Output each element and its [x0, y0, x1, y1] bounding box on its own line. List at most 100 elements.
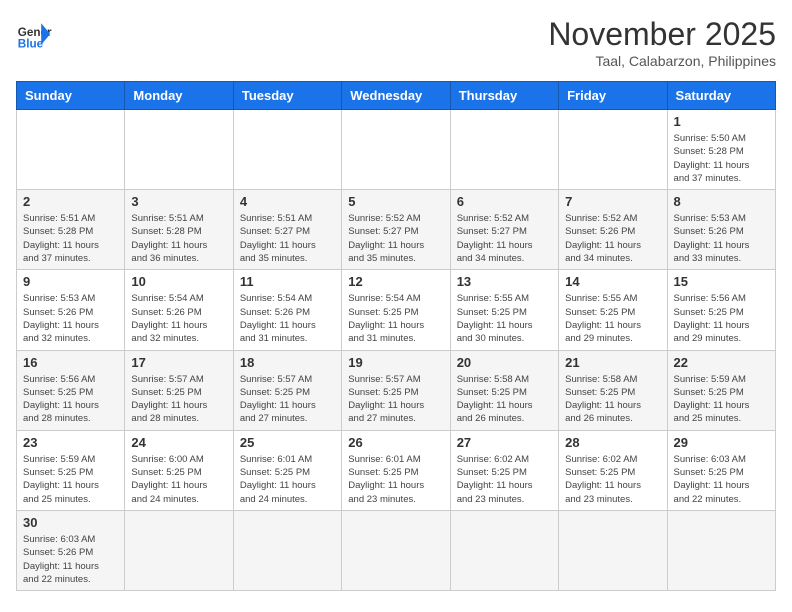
- calendar-cell: [450, 110, 558, 190]
- day-info: Sunrise: 5:59 AM Sunset: 5:25 PM Dayligh…: [23, 453, 118, 506]
- day-number: 7: [565, 194, 660, 209]
- day-number: 19: [348, 355, 443, 370]
- day-number: 25: [240, 435, 335, 450]
- calendar-cell: [233, 510, 341, 590]
- day-info: Sunrise: 5:54 AM Sunset: 5:26 PM Dayligh…: [240, 292, 335, 345]
- day-info: Sunrise: 5:52 AM Sunset: 5:27 PM Dayligh…: [348, 212, 443, 265]
- calendar-cell: 29Sunrise: 6:03 AM Sunset: 5:25 PM Dayli…: [667, 430, 775, 510]
- day-info: Sunrise: 6:01 AM Sunset: 5:25 PM Dayligh…: [240, 453, 335, 506]
- day-info: Sunrise: 5:51 AM Sunset: 5:28 PM Dayligh…: [131, 212, 226, 265]
- calendar-cell: 10 Sunrise: 5:54 AM Sunset: 5:26 PM Dayli…: [125, 270, 233, 350]
- calendar-cell: 30Sunrise: 6:03 AM Sunset: 5:26 PM Dayli…: [17, 510, 125, 590]
- day-info: Sunrise: 6:01 AM Sunset: 5:25 PM Dayligh…: [348, 453, 443, 506]
- day-info: Sunrise: 5:53 AM Sunset: 5:26 PM Dayligh…: [674, 212, 769, 265]
- day-number: 23: [23, 435, 118, 450]
- logo-icon: General Blue: [16, 16, 52, 52]
- calendar-week-row: 16 Sunrise: 5:56 AM Sunset: 5:25 PM Dayli…: [17, 350, 776, 430]
- calendar-week-row: 2Sunrise: 5:51 AM Sunset: 5:28 PM Daylig…: [17, 190, 776, 270]
- calendar-cell: 17Sunrise: 5:57 AM Sunset: 5:25 PM Dayli…: [125, 350, 233, 430]
- calendar-cell: 28Sunrise: 6:02 AM Sunset: 5:25 PM Dayli…: [559, 430, 667, 510]
- day-info: Sunrise: 5:57 AM Sunset: 5:25 PM Dayligh…: [348, 373, 443, 426]
- title-section: November 2025 Taal, Calabarzon, Philippi…: [548, 16, 776, 69]
- calendar-cell: [342, 510, 450, 590]
- calendar-table: SundayMondayTuesdayWednesdayThursdayFrid…: [16, 81, 776, 591]
- calendar-cell: 13Sunrise: 5:55 AM Sunset: 5:25 PM Dayli…: [450, 270, 558, 350]
- calendar-cell: 3 Sunrise: 5:51 AM Sunset: 5:28 PM Daylig…: [125, 190, 233, 270]
- day-of-week-header: Friday: [559, 82, 667, 110]
- calendar-cell: [125, 110, 233, 190]
- day-of-week-header: Thursday: [450, 82, 558, 110]
- calendar-cell: 24Sunrise: 6:00 AM Sunset: 5:25 PM Dayli…: [125, 430, 233, 510]
- day-number: 18: [240, 355, 335, 370]
- day-number: 29: [674, 435, 769, 450]
- calendar-cell: 18Sunrise: 5:57 AM Sunset: 5:25 PM Dayli…: [233, 350, 341, 430]
- calendar-cell: 4 Sunrise: 5:51 AM Sunset: 5:27 PM Daylig…: [233, 190, 341, 270]
- calendar-week-row: 9 Sunrise: 5:53 AM Sunset: 5:26 PM Daylig…: [17, 270, 776, 350]
- day-info: Sunrise: 5:53 AM Sunset: 5:26 PM Dayligh…: [23, 292, 118, 345]
- day-of-week-header: Saturday: [667, 82, 775, 110]
- day-info: Sunrise: 6:03 AM Sunset: 5:26 PM Dayligh…: [23, 533, 118, 586]
- day-info: Sunrise: 5:51 AM Sunset: 5:28 PM Dayligh…: [23, 212, 118, 265]
- day-info: Sunrise: 5:56 AM Sunset: 5:25 PM Dayligh…: [674, 292, 769, 345]
- day-number: 17: [131, 355, 226, 370]
- day-number: 4: [240, 194, 335, 209]
- day-number: 16: [23, 355, 118, 370]
- day-number: 3: [131, 194, 226, 209]
- calendar-cell: 6Sunrise: 5:52 AM Sunset: 5:27 PM Daylig…: [450, 190, 558, 270]
- calendar-cell: 19 Sunrise: 5:57 AM Sunset: 5:25 PM Dayli…: [342, 350, 450, 430]
- day-number: 9: [23, 274, 118, 289]
- month-title: November 2025: [548, 16, 776, 53]
- calendar-header-row: SundayMondayTuesdayWednesdayThursdayFrid…: [17, 82, 776, 110]
- calendar-week-row: 30Sunrise: 6:03 AM Sunset: 5:26 PM Dayli…: [17, 510, 776, 590]
- day-number: 8: [674, 194, 769, 209]
- day-info: Sunrise: 5:56 AM Sunset: 5:25 PM Dayligh…: [23, 373, 118, 426]
- calendar-cell: 11Sunrise: 5:54 AM Sunset: 5:26 PM Dayli…: [233, 270, 341, 350]
- calendar-cell: [559, 110, 667, 190]
- calendar-cell: 21Sunrise: 5:58 AM Sunset: 5:25 PM Dayli…: [559, 350, 667, 430]
- day-of-week-header: Sunday: [17, 82, 125, 110]
- day-number: 12: [348, 274, 443, 289]
- day-number: 21: [565, 355, 660, 370]
- calendar-cell: [125, 510, 233, 590]
- day-info: Sunrise: 5:58 AM Sunset: 5:25 PM Dayligh…: [457, 373, 552, 426]
- day-info: Sunrise: 5:50 AM Sunset: 5:28 PM Dayligh…: [674, 132, 769, 185]
- day-of-week-header: Wednesday: [342, 82, 450, 110]
- day-number: 26: [348, 435, 443, 450]
- day-of-week-header: Monday: [125, 82, 233, 110]
- location: Taal, Calabarzon, Philippines: [548, 53, 776, 69]
- svg-text:Blue: Blue: [18, 38, 44, 51]
- day-number: 20: [457, 355, 552, 370]
- day-number: 15: [674, 274, 769, 289]
- day-number: 10: [131, 274, 226, 289]
- calendar-cell: 26 Sunrise: 6:01 AM Sunset: 5:25 PM Dayli…: [342, 430, 450, 510]
- calendar-cell: 20 Sunrise: 5:58 AM Sunset: 5:25 PM Dayli…: [450, 350, 558, 430]
- day-info: Sunrise: 5:52 AM Sunset: 5:26 PM Dayligh…: [565, 212, 660, 265]
- day-number: 27: [457, 435, 552, 450]
- calendar-week-row: 23 Sunrise: 5:59 AM Sunset: 5:25 PM Dayli…: [17, 430, 776, 510]
- calendar-cell: 27 Sunrise: 6:02 AM Sunset: 5:25 PM Dayli…: [450, 430, 558, 510]
- calendar-cell: 7 Sunrise: 5:52 AM Sunset: 5:26 PM Daylig…: [559, 190, 667, 270]
- calendar-cell: 8 Sunrise: 5:53 AM Sunset: 5:26 PM Daylig…: [667, 190, 775, 270]
- page-header: General Blue November 2025 Taal, Calabar…: [16, 16, 776, 69]
- day-info: Sunrise: 5:51 AM Sunset: 5:27 PM Dayligh…: [240, 212, 335, 265]
- calendar-cell: 1 Sunrise: 5:50 AM Sunset: 5:28 PM Daylig…: [667, 110, 775, 190]
- day-number: 6: [457, 194, 552, 209]
- calendar-cell: 23 Sunrise: 5:59 AM Sunset: 5:25 PM Dayli…: [17, 430, 125, 510]
- calendar-cell: [667, 510, 775, 590]
- calendar-cell: [450, 510, 558, 590]
- calendar-cell: 14Sunrise: 5:55 AM Sunset: 5:25 PM Dayli…: [559, 270, 667, 350]
- day-info: Sunrise: 5:54 AM Sunset: 5:26 PM Dayligh…: [131, 292, 226, 345]
- day-number: 1: [674, 114, 769, 129]
- day-number: 22: [674, 355, 769, 370]
- day-info: Sunrise: 6:02 AM Sunset: 5:25 PM Dayligh…: [457, 453, 552, 506]
- calendar-cell: 15 Sunrise: 5:56 AM Sunset: 5:25 PM Dayli…: [667, 270, 775, 350]
- day-info: Sunrise: 5:54 AM Sunset: 5:25 PM Dayligh…: [348, 292, 443, 345]
- calendar-cell: [342, 110, 450, 190]
- day-number: 28: [565, 435, 660, 450]
- day-info: Sunrise: 6:00 AM Sunset: 5:25 PM Dayligh…: [131, 453, 226, 506]
- day-info: Sunrise: 5:55 AM Sunset: 5:25 PM Dayligh…: [457, 292, 552, 345]
- day-info: Sunrise: 5:59 AM Sunset: 5:25 PM Dayligh…: [674, 373, 769, 426]
- calendar-cell: 5Sunrise: 5:52 AM Sunset: 5:27 PM Daylig…: [342, 190, 450, 270]
- calendar-cell: 9 Sunrise: 5:53 AM Sunset: 5:26 PM Daylig…: [17, 270, 125, 350]
- logo: General Blue: [16, 16, 52, 52]
